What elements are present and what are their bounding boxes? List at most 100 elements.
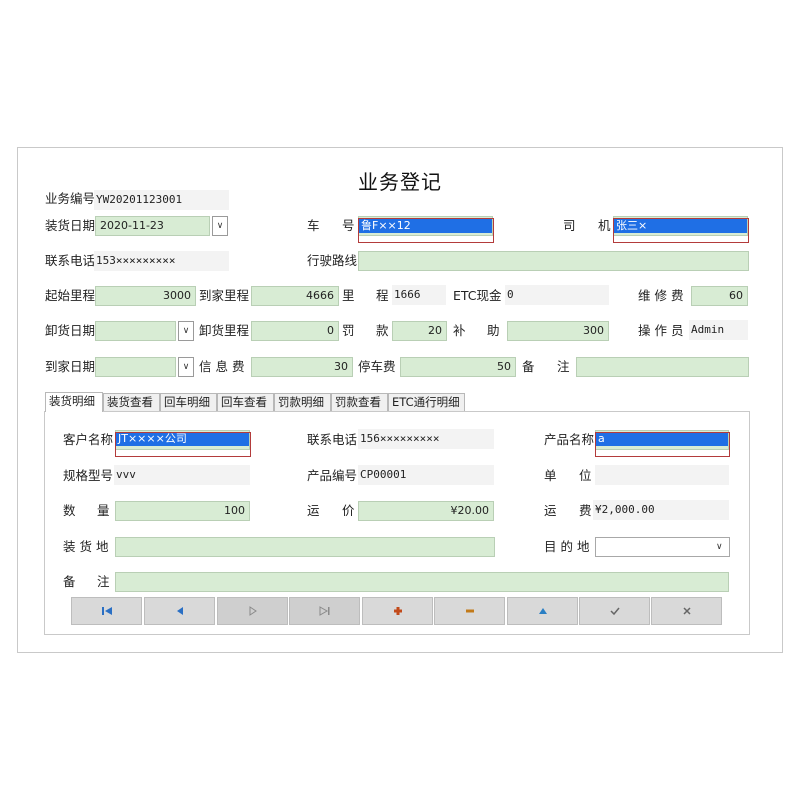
tab-fine-view[interactable]: 罚款查看 bbox=[331, 393, 388, 411]
freight-label-2: 费 bbox=[579, 503, 592, 518]
etc-cash-value: 0 bbox=[505, 285, 609, 305]
product-name-label: 产品名称 bbox=[544, 432, 595, 447]
repair-label: 维 修 费 bbox=[638, 288, 684, 303]
parking-label: 停车费 bbox=[358, 359, 396, 374]
confirm-button[interactable] bbox=[579, 597, 650, 625]
tab-load-detail[interactable]: 装货明细 bbox=[45, 392, 103, 412]
edit-icon bbox=[538, 608, 547, 614]
fine-label-2: 款 bbox=[376, 323, 389, 338]
subsidy-label-2: 助 bbox=[487, 323, 500, 338]
operator-value: Admin bbox=[689, 320, 748, 340]
km-value: 1666 bbox=[392, 285, 446, 305]
product-no-value: CP00001 bbox=[358, 465, 494, 485]
price-label-2: 价 bbox=[342, 503, 355, 518]
remark-input[interactable] bbox=[576, 357, 749, 377]
next-record-icon bbox=[249, 606, 257, 616]
spec-label: 规格型号 bbox=[63, 468, 114, 483]
driver-highlight bbox=[613, 218, 749, 243]
unload-km-label: 卸货里程 bbox=[199, 323, 250, 338]
unit-label-1: 单 bbox=[544, 468, 557, 483]
home-date-input[interactable] bbox=[95, 357, 176, 377]
home-km-input[interactable]: 4666 bbox=[251, 286, 339, 306]
dest-select[interactable] bbox=[595, 537, 730, 557]
info-fee-input[interactable]: 30 bbox=[251, 357, 353, 377]
home-date-label: 到家日期 bbox=[45, 359, 96, 374]
etc-cash-label: ETC现金 bbox=[453, 288, 502, 303]
km-label-2: 程 bbox=[376, 288, 389, 303]
detail-remark-label-2: 注 bbox=[97, 574, 110, 589]
load-place-label: 装 货 地 bbox=[63, 539, 109, 554]
repair-input[interactable]: 60 bbox=[691, 286, 748, 306]
chevron-down-icon: ∨ bbox=[182, 326, 190, 336]
contact-phone-value: 156××××××××× bbox=[358, 429, 494, 449]
phone-label: 联系电话 bbox=[45, 253, 96, 268]
driver-label-1: 司 bbox=[563, 218, 576, 233]
plate-highlight bbox=[358, 218, 494, 243]
edit-record-button[interactable] bbox=[507, 597, 578, 625]
product-no-label: 产品编号 bbox=[307, 468, 358, 483]
delete-record-button[interactable] bbox=[434, 597, 505, 625]
tab-return-detail[interactable]: 回车明细 bbox=[160, 393, 217, 411]
home-km-label: 到家里程 bbox=[199, 288, 250, 303]
product-name-highlight bbox=[595, 432, 730, 457]
tab-fine-detail[interactable]: 罚款明细 bbox=[274, 393, 331, 411]
load-place-input[interactable] bbox=[115, 537, 495, 557]
cancel-icon bbox=[682, 607, 691, 615]
phone-value: 153××××××××× bbox=[94, 251, 229, 271]
add-record-button[interactable] bbox=[362, 597, 433, 625]
route-label: 行驶路线 bbox=[307, 253, 358, 268]
prev-record-button[interactable] bbox=[144, 597, 215, 625]
customer-label: 客户名称 bbox=[63, 432, 114, 447]
last-record-icon bbox=[319, 606, 329, 616]
unload-date-dropdown[interactable]: ∨ bbox=[178, 321, 194, 341]
cancel-button[interactable] bbox=[651, 597, 722, 625]
start-km-input[interactable]: 3000 bbox=[95, 286, 196, 306]
unload-km-input[interactable]: 0 bbox=[251, 321, 339, 341]
biz-no-value: YW20201123001 bbox=[94, 190, 229, 210]
first-record-button[interactable] bbox=[71, 597, 142, 625]
tab-load-view[interactable]: 装货查看 bbox=[103, 393, 160, 411]
subsidy-input[interactable]: 300 bbox=[507, 321, 609, 341]
unit-value bbox=[595, 465, 729, 485]
last-record-button[interactable] bbox=[289, 597, 360, 625]
delete-icon bbox=[465, 609, 474, 613]
chevron-down-icon: ∨ bbox=[182, 362, 190, 372]
qty-input[interactable]: 100 bbox=[115, 501, 250, 521]
detail-remark-label-1: 备 bbox=[63, 574, 76, 589]
add-icon bbox=[393, 607, 402, 615]
km-label-1: 里 bbox=[342, 288, 355, 303]
unit-label-2: 位 bbox=[579, 468, 592, 483]
prev-record-icon bbox=[176, 607, 183, 615]
plate-label-2: 号 bbox=[342, 218, 355, 233]
first-record-icon bbox=[101, 607, 112, 615]
qty-label-1: 数 bbox=[63, 503, 76, 518]
start-km-label: 起始里程 bbox=[45, 288, 96, 303]
driver-label-2: 机 bbox=[598, 218, 611, 233]
fine-input[interactable]: 20 bbox=[392, 321, 447, 341]
unload-date-input[interactable] bbox=[95, 321, 176, 341]
load-date-input[interactable]: 2020-11-23 bbox=[95, 216, 210, 236]
parking-input[interactable]: 50 bbox=[400, 357, 516, 377]
fine-label-1: 罚 bbox=[342, 323, 355, 338]
info-fee-label: 信 息 费 bbox=[199, 359, 245, 374]
remark-label-2: 注 bbox=[557, 359, 570, 374]
customer-highlight bbox=[115, 432, 251, 457]
detail-remark-input[interactable] bbox=[115, 572, 729, 592]
tab-etc-detail[interactable]: ETC通行明细 bbox=[388, 393, 465, 411]
freight-value: ¥2,000.00 bbox=[593, 500, 729, 520]
tab-return-view[interactable]: 回车查看 bbox=[217, 393, 274, 411]
next-record-button[interactable] bbox=[217, 597, 288, 625]
chevron-down-icon: ∨ bbox=[716, 542, 723, 552]
route-input[interactable] bbox=[358, 251, 749, 271]
biz-no-label: 业务编号 bbox=[45, 191, 96, 206]
load-date-label: 装货日期 bbox=[45, 218, 96, 233]
chevron-down-icon: ∨ bbox=[216, 221, 224, 231]
confirm-icon bbox=[609, 607, 620, 616]
home-date-dropdown[interactable]: ∨ bbox=[178, 357, 194, 377]
load-date-dropdown[interactable]: ∨ bbox=[212, 216, 228, 236]
price-input[interactable]: ¥20.00 bbox=[358, 501, 494, 521]
plate-label-1: 车 bbox=[307, 218, 320, 233]
contact-phone-label: 联系电话 bbox=[307, 432, 358, 447]
operator-label: 操 作 员 bbox=[638, 323, 684, 338]
unload-date-label: 卸货日期 bbox=[45, 323, 96, 338]
